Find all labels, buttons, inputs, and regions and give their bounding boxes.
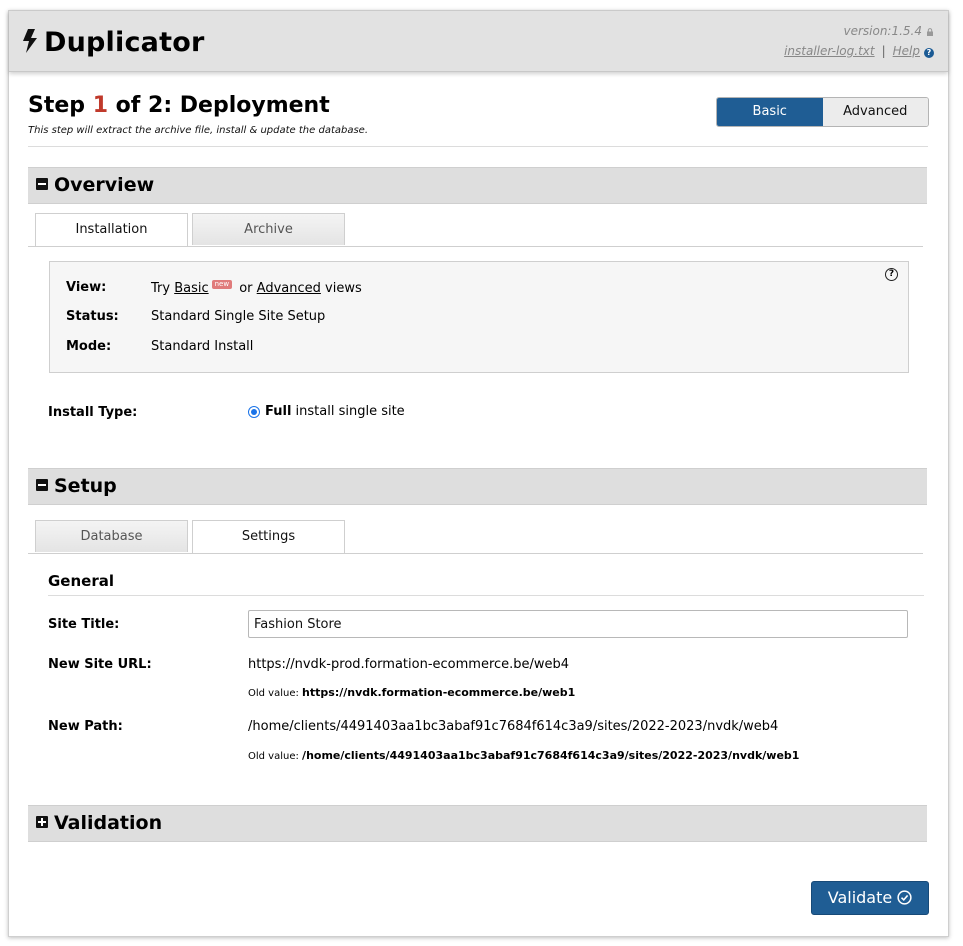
install-type-option[interactable]: Full install single site xyxy=(265,404,405,419)
overview-section-header[interactable]: Overview xyxy=(28,167,927,204)
overview-tabs: Installation Archive xyxy=(28,213,923,247)
new-site-url-label: New Site URL: xyxy=(48,657,152,672)
setup-section-header[interactable]: Setup xyxy=(28,468,927,505)
setup-tabs: Database Settings xyxy=(28,520,923,554)
step-suffix: of 2: Deployment xyxy=(108,93,330,118)
step-description: This step will extract the archive file,… xyxy=(28,125,369,136)
tab-archive[interactable]: Archive xyxy=(192,213,345,245)
bolt-icon xyxy=(23,29,37,53)
installer-log-link[interactable]: installer-log.txt xyxy=(784,44,875,58)
overview-title: Overview xyxy=(54,174,155,196)
tab-database[interactable]: Database xyxy=(35,520,188,552)
site-title-input[interactable]: Fashion Store xyxy=(248,610,908,638)
view-label: View: xyxy=(66,280,107,295)
installer-frame: Duplicator version:1.5.4 installer-log.t… xyxy=(8,10,949,937)
lock-icon xyxy=(927,28,933,36)
old-path-line: Old value: /home/clients/4491403aa1bc3ab… xyxy=(248,749,799,762)
old-url-line: Old value: https://nvdk.formation-ecomme… xyxy=(248,686,575,699)
header-separator: | xyxy=(881,44,886,58)
header-meta: version:1.5.4 installer-log.txt | Help? xyxy=(784,21,934,61)
app-title: Duplicator xyxy=(44,27,205,58)
view-or-text: or xyxy=(235,281,257,296)
validate-button[interactable]: Validate xyxy=(811,881,929,915)
step-number: 1 xyxy=(92,93,109,118)
install-type-full-radio[interactable] xyxy=(248,406,260,418)
view-try-text: Try xyxy=(151,281,175,296)
new-path-label: New Path: xyxy=(48,719,123,734)
new-path-value: /home/clients/4491403aa1bc3abaf91c7684f6… xyxy=(248,719,779,734)
version-text: version:1.5.4 xyxy=(843,24,922,38)
step-prefix: Step xyxy=(28,93,93,118)
collapse-icon xyxy=(36,479,48,491)
old-url-value: https://nvdk.formation-ecommerce.be/web1 xyxy=(302,686,576,699)
step-title: Step 1 of 2: Deployment xyxy=(28,93,330,118)
check-circle-icon xyxy=(897,890,912,905)
install-type-label: Install Type: xyxy=(48,405,138,420)
basic-view-button[interactable]: Basic xyxy=(717,98,823,126)
advanced-view-link[interactable]: Advanced xyxy=(257,281,321,296)
general-heading: General xyxy=(48,572,114,590)
old-path-prefix: Old value: xyxy=(248,751,303,762)
new-site-url-value: https://nvdk-prod.formation-ecommerce.be… xyxy=(248,657,570,672)
app-header: Duplicator version:1.5.4 installer-log.t… xyxy=(9,11,948,72)
status-label: Status: xyxy=(66,309,119,324)
advanced-view-button[interactable]: Advanced xyxy=(822,98,928,126)
overview-info-box: ? View: Try Basic new or Advanced views S… xyxy=(49,261,909,373)
mode-label: Mode: xyxy=(66,339,112,354)
validation-title: Validation xyxy=(54,812,163,834)
question-circle-icon[interactable]: ? xyxy=(885,268,898,281)
new-badge: new xyxy=(211,280,233,289)
tab-installation[interactable]: Installation xyxy=(35,213,188,246)
divider xyxy=(28,146,928,147)
install-type-rest: install single site xyxy=(291,404,405,419)
old-url-prefix: Old value: xyxy=(248,688,303,699)
old-path-value: /home/clients/4491403aa1bc3abaf91c7684f6… xyxy=(302,749,800,762)
view-mode-toggle: Basic Advanced xyxy=(716,97,929,127)
setup-title: Setup xyxy=(54,475,117,497)
help-icon[interactable]: ? xyxy=(924,48,934,58)
help-link[interactable]: Help xyxy=(893,44,920,58)
app-logo: Duplicator xyxy=(22,27,204,58)
view-views-text: views xyxy=(320,281,362,296)
site-title-label: Site Title: xyxy=(48,617,120,632)
expand-icon xyxy=(36,816,48,828)
validation-section-header[interactable]: Validation xyxy=(28,805,927,842)
view-value: Try Basic new or Advanced views xyxy=(151,280,362,296)
tab-settings[interactable]: Settings xyxy=(192,520,345,553)
mode-value: Standard Install xyxy=(151,339,254,354)
status-value: Standard Single Site Setup xyxy=(151,309,326,324)
collapse-icon xyxy=(36,178,48,190)
basic-view-link[interactable]: Basic xyxy=(174,281,208,296)
validate-label: Validate xyxy=(827,888,893,907)
divider xyxy=(48,595,924,596)
install-type-bold: Full xyxy=(265,404,292,419)
